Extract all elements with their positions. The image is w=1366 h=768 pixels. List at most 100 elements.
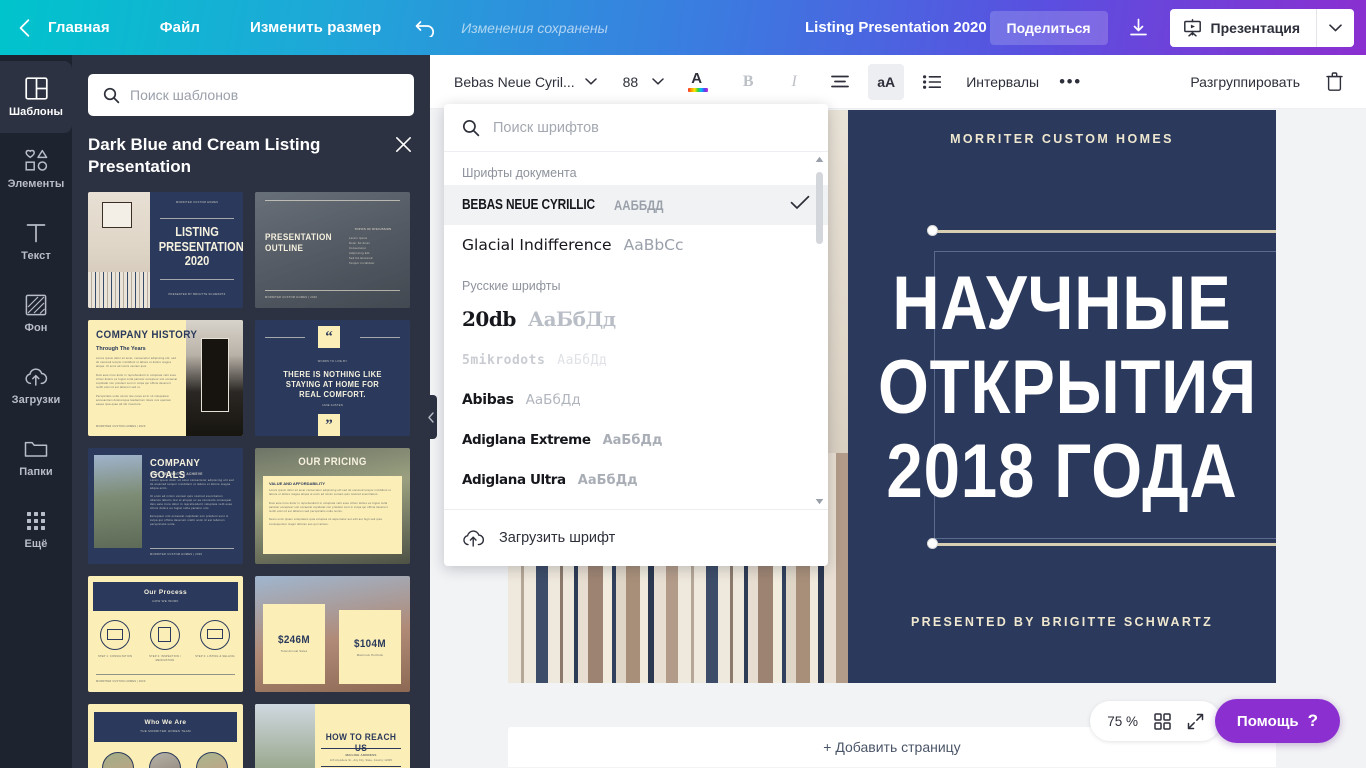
slide-rule-bottom [932,543,1276,546]
help-question-icon: ? [1307,711,1318,730]
selection-handle-top-left[interactable] [927,225,938,236]
slide-presenter[interactable]: PRESENTED BY BRIGITTE SCHWARTZ [848,615,1276,629]
sidebar-item-text[interactable]: Текст [0,205,72,277]
font-option-name: 20db [462,307,516,331]
panel-close-button[interactable] [395,134,414,158]
thumb-figure-2-value: $104M [353,638,387,650]
font-option-5mikrodots[interactable]: 5mikrodots АаБбДд [444,340,828,380]
text-case-button[interactable]: aA [868,63,905,100]
spacing-button[interactable]: Интервалы [966,74,1039,90]
help-button[interactable]: Помощь ? [1214,699,1340,743]
font-search-box[interactable]: Поиск шрифтов [444,104,828,152]
align-button[interactable] [822,64,858,100]
undo-icon [415,20,435,37]
font-option-adiglana-extreme[interactable]: Adiglana Extreme АаБбДд [444,420,828,460]
sidebar-item-folders[interactable]: Папки [0,421,72,493]
template-thumb-pricing-figures[interactable]: $246M Total Annual Sales $104M Maximum P… [255,576,410,692]
template-thumb-who-we-are[interactable]: Who We Are THE MORRITER HOMES TEAM LESLI… [88,704,243,768]
thumb-step-1: STEP 1: CONSULTATION [97,655,133,658]
thumb-footer: MORRITER CUSTOM HOMES | 2020 [96,680,146,683]
slide-eyebrow[interactable]: MORRITER CUSTOM HOMES [848,132,1276,146]
font-list-scrollbar[interactable] [815,156,824,505]
help-label: Помощь [1236,712,1299,730]
sidebar-item-templates[interactable]: Шаблоны [0,61,72,133]
upload-cloud-icon [24,365,48,389]
sidebar-item-uploads[interactable]: Загрузки [0,349,72,421]
caret-down-icon[interactable] [815,498,824,505]
upload-font-button[interactable]: Загрузить шрифт [444,509,828,566]
template-thumb-how-to-reach-us[interactable]: HOW TO REACH US MAILING ADDRESS 123 Anyw… [255,704,410,768]
thumb-figure-2-caption: Maximum Portfolio [356,653,384,657]
font-option-20db[interactable]: 20db АаБбДд [444,298,828,340]
share-button[interactable]: Поделиться [989,10,1108,45]
sidebar-item-more[interactable]: Ещё [0,493,72,565]
presentation-screen-icon [1183,18,1201,37]
template-search-box[interactable]: Поиск шаблонов [88,74,414,116]
sidebar-item-background[interactable]: Фон [0,277,72,349]
sidebar-label-templates: Шаблоны [9,105,63,118]
font-option-glacial-indifference[interactable]: Glacial Indifference AaBbCc [444,225,828,265]
thumb-title: THERE IS NOTHING LIKE STAYING AT HOME FO… [283,369,382,399]
font-family-selector[interactable]: Bebas Neue Cyril... [454,74,597,90]
fullscreen-button[interactable] [1187,713,1204,730]
chevron-down-icon [584,78,597,85]
font-size-selector[interactable]: 88 [623,74,665,90]
sidebar-item-elements[interactable]: Элементы [0,133,72,205]
thumb-footer: JANE AUSTEN [321,404,344,407]
font-option-abibas[interactable]: Abibas АаБбДд [444,380,828,420]
font-option-sample: AaBbCc [623,236,684,254]
menu-home[interactable]: Главная [36,19,122,36]
bold-label: B [742,72,754,90]
back-button[interactable] [0,18,34,37]
template-thumb-listing-presentation-2020[interactable]: MORRITER CUSTOM HOMES LISTING PRESENTATI… [88,192,243,308]
thumb-step-3: STEP 3: LISTING & SELLING [195,655,235,658]
ungroup-button[interactable]: Разгруппировать [1190,74,1300,90]
top-header-bar: Главная Файл Изменить размер Изменения с… [0,0,1366,55]
font-option-bebas-neue-cyrillic[interactable]: BEBAS NEUE CYRILLIC ААББДД [444,185,828,225]
download-button[interactable] [1118,9,1160,47]
undo-button[interactable] [411,19,441,37]
present-button[interactable]: Презентация [1170,9,1316,47]
font-option-adiglana-ultra[interactable]: Adiglana Ultra АаБбДд [444,460,828,500]
delete-button[interactable] [1316,64,1352,100]
present-dropdown-toggle[interactable] [1316,8,1354,47]
thumb-title: Who We Are [144,719,187,726]
chevron-left-icon [427,411,434,423]
check-icon [790,195,810,215]
selection-handle-bottom-left[interactable] [927,538,938,549]
present-button-group: Презентация [1169,8,1354,47]
text-color-button[interactable]: A [680,64,716,100]
align-center-icon [831,75,850,87]
panel-collapse-toggle[interactable] [424,395,437,439]
template-thumb-presentation-outline[interactable]: PRESENTATION OUTLINE TOPICS OF DISCUSSIO… [255,192,410,308]
template-thumb-company-goals[interactable]: COMPANY GOALS WHAT WE WANT TO ACHIEVE Lo… [88,448,243,564]
thumb-title: OUR PRICING [298,456,367,468]
slide-title[interactable]: НАУЧНЫЕ ОТКРЫТИЯ 2018 ГОДА [878,262,1256,514]
save-status: Изменения сохранены [461,19,608,36]
template-thumb-company-history[interactable]: COMPANY HISTORY Through The Years Lorem … [88,320,243,436]
italic-button[interactable]: I [776,64,812,100]
bold-button[interactable]: B [730,64,766,100]
thumb-title: LISTING PRESENTATION 2020 [158,224,243,268]
font-family-value: Bebas Neue Cyril... [454,73,575,90]
zoom-level[interactable]: 75 % [1107,714,1138,729]
template-thumb-our-process[interactable]: Our Process HOW WE WORK STEP 1: CONSULTA… [88,576,243,692]
font-option-name: Abibas [462,392,514,408]
menu-file[interactable]: Файл [148,19,212,36]
scrollbar-thumb[interactable] [816,172,823,244]
document-title[interactable]: Listing Presentation 2020 [805,0,987,55]
template-thumb-quote-slide[interactable]: “ WORDS TO LIVE BY THERE IS NOTHING LIKE… [255,320,410,436]
thumb-title: PRESENTATION OUTLINE [265,232,332,254]
more-options-button[interactable]: ••• [1059,73,1082,90]
menu-resize[interactable]: Изменить размер [238,19,393,36]
list-button[interactable] [914,64,950,100]
font-list[interactable]: Шрифты документа BEBAS NEUE CYRILLIC ААБ… [444,152,828,509]
template-thumb-our-pricing[interactable]: OUR PRICING VALUE AND AFFORDABILITY Lore… [255,448,410,564]
thumb-eyebrow: Through The Years [96,346,146,352]
caret-up-icon[interactable] [815,156,824,163]
template-search-placeholder: Поиск шаблонов [130,87,239,103]
grid-view-button[interactable] [1154,712,1171,730]
thumb-eyebrow: MORRITER CUSTOM HOMES [175,201,219,204]
search-icon [462,119,480,136]
bullet-list-icon [923,74,942,89]
